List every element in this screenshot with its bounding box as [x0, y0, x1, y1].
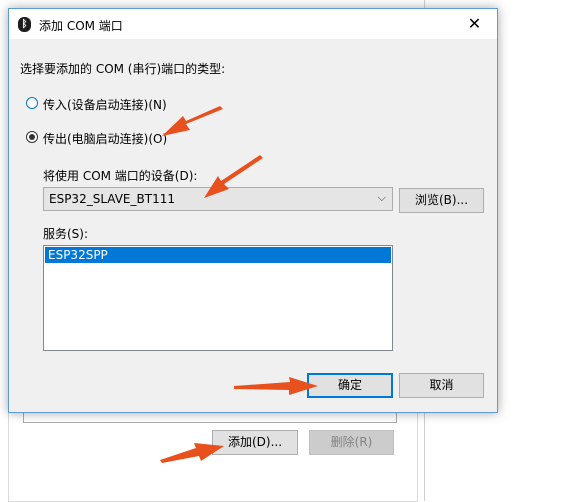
dialog-title: 添加 COM 端口	[39, 19, 123, 33]
service-label: 服务(S):	[43, 227, 89, 241]
device-select-value: ESP32_SLAVE_BT111	[49, 192, 175, 206]
cancel-button[interactable]: 取消	[399, 373, 484, 398]
add-com-port-dialog: ᛒ 添加 COM 端口 ✕ 选择要添加的 COM (串行)端口的类型: 传入(设…	[8, 8, 498, 413]
service-list-item[interactable]: ESP32SPP	[45, 247, 391, 263]
add-button[interactable]: 添加(D)...	[212, 430, 298, 455]
device-label: 将使用 COM 端口的设备(D):	[43, 169, 198, 183]
port-type-prompt: 选择要添加的 COM (串行)端口的类型:	[20, 62, 226, 76]
device-select[interactable]: ESP32_SLAVE_BT111 ⌵	[43, 187, 393, 211]
browse-button[interactable]: 浏览(B)...	[399, 188, 484, 213]
service-list[interactable]: ESP32SPP	[43, 245, 393, 351]
ok-button[interactable]: 确定	[307, 373, 393, 398]
remove-button: 删除(R)	[309, 430, 394, 455]
chevron-down-icon: ⌵	[377, 191, 386, 204]
incoming-radio[interactable]	[26, 97, 38, 109]
outgoing-radio-label[interactable]: 传出(电脑启动连接)(O)	[43, 130, 167, 147]
bluetooth-icon: ᛒ	[18, 17, 31, 32]
incoming-radio-label[interactable]: 传入(设备启动连接)(N)	[43, 96, 167, 113]
close-button[interactable]: ✕	[452, 9, 497, 39]
dialog-titlebar[interactable]: ᛒ 添加 COM 端口 ✕	[9, 9, 497, 39]
outgoing-radio[interactable]	[26, 131, 38, 143]
